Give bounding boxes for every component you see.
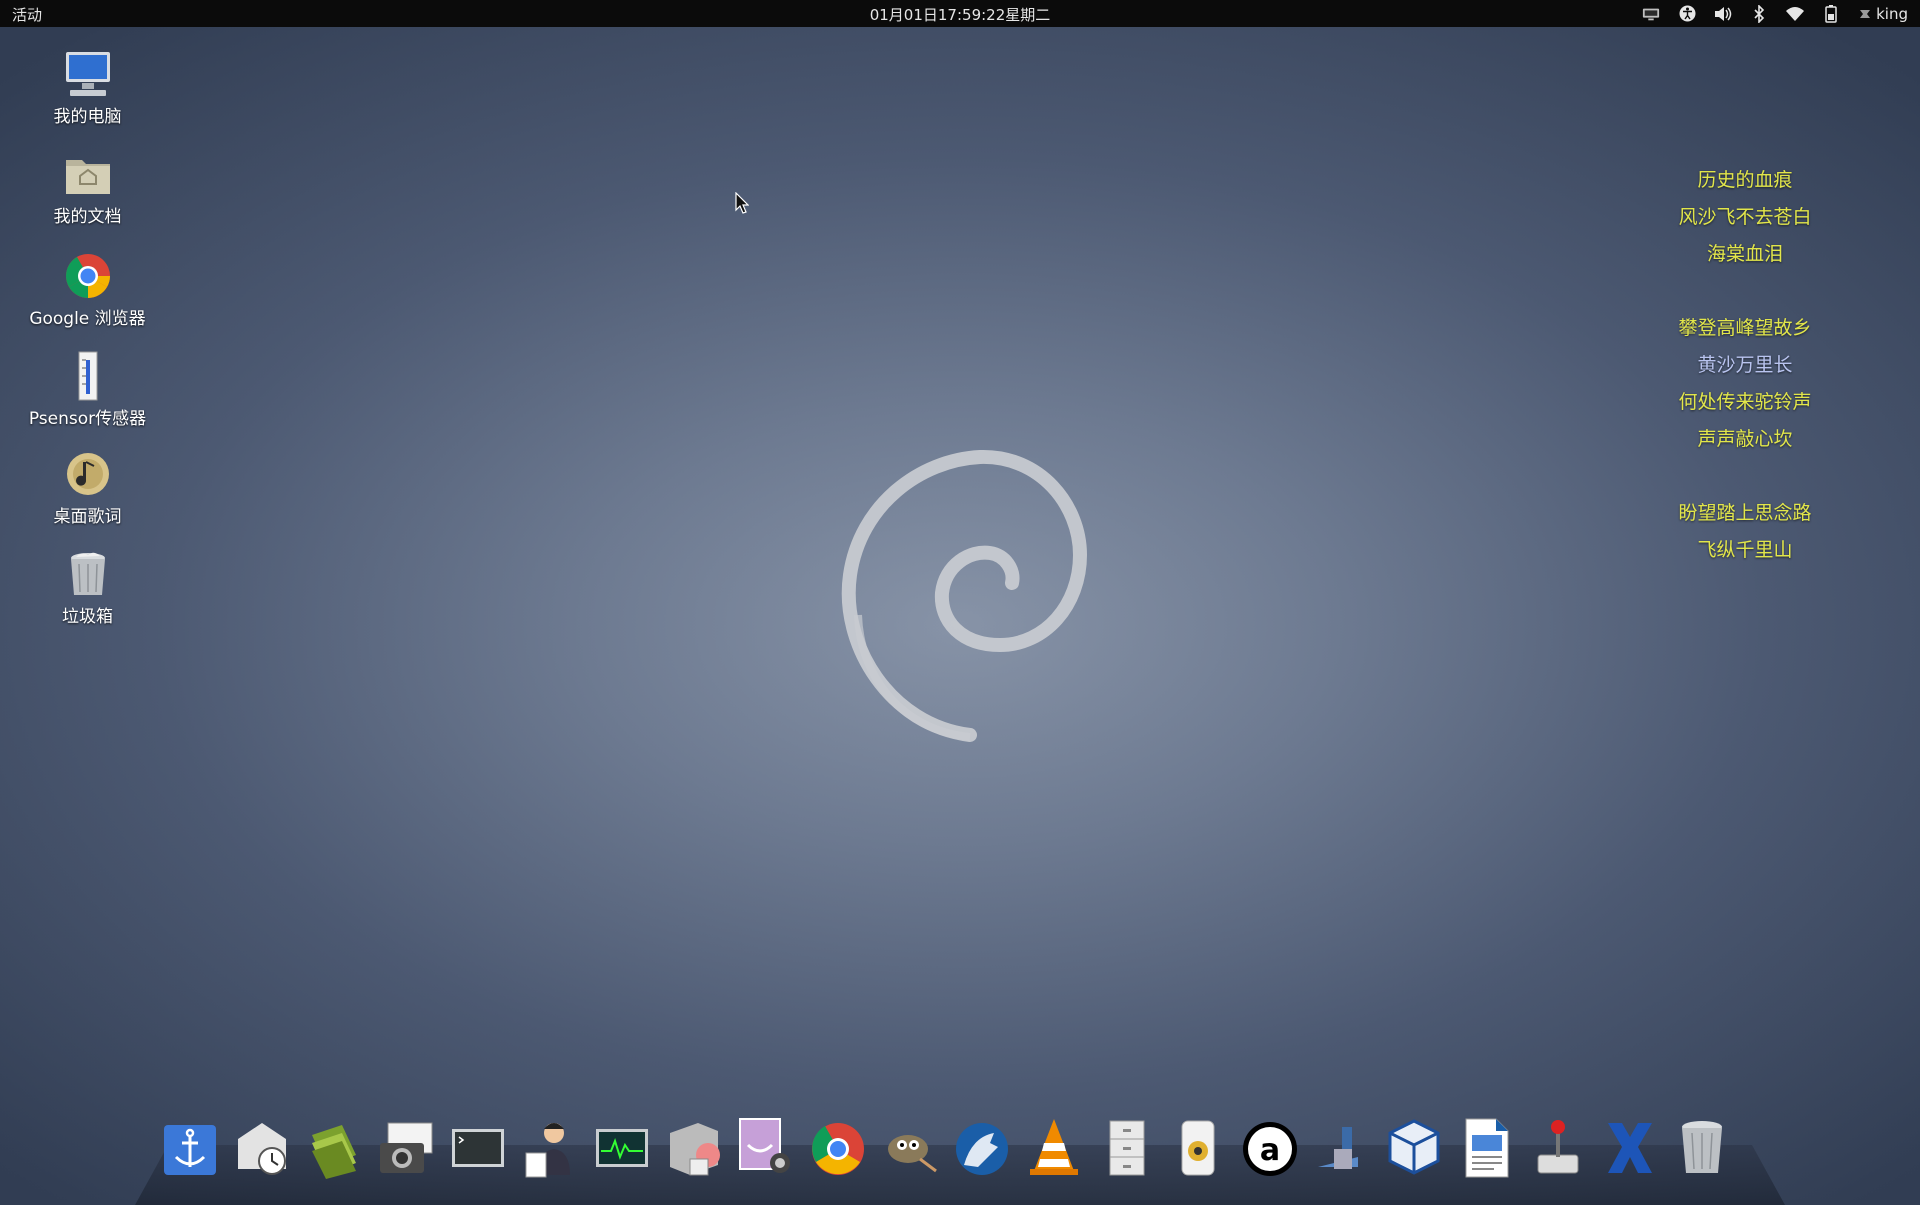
- mail-clock-icon[interactable]: [232, 1115, 292, 1185]
- lyric-line: 飞纵千里山: [1697, 539, 1793, 561]
- gimp-icon[interactable]: [880, 1115, 940, 1185]
- desktop-icon-lyrics[interactable]: 桌面歌词: [0, 448, 175, 527]
- system-monitor-icon[interactable]: [592, 1115, 652, 1185]
- desktop-icon-label: 垃圾箱: [62, 607, 113, 627]
- user-name: king: [1876, 4, 1908, 23]
- user-status-icon: [1860, 9, 1871, 18]
- screenshot-icon[interactable]: [736, 1115, 796, 1185]
- clock[interactable]: 01月01日17:59:22星期二: [870, 6, 1051, 24]
- volume-icon[interactable]: [1714, 5, 1732, 23]
- chrome-icon[interactable]: [808, 1115, 868, 1185]
- user-manager-icon[interactable]: [520, 1115, 580, 1185]
- desktop-icon-trash[interactable]: 垃圾箱: [0, 548, 175, 627]
- lyric-line: 海棠血泪: [1706, 243, 1783, 265]
- terminal-icon[interactable]: [448, 1115, 508, 1185]
- home-folder-icon: [62, 148, 114, 200]
- desktop-icon-label: Psensor传感器: [28, 409, 147, 429]
- lyric-line: 攀登高峰望故乡: [1678, 317, 1812, 339]
- desktop-icon-computer[interactable]: 我的电脑: [0, 48, 175, 127]
- lyric-line: 何处传来驼铃声: [1678, 391, 1812, 413]
- display-icon[interactable]: [1642, 5, 1660, 23]
- at-sign-icon[interactable]: a: [1240, 1115, 1300, 1185]
- anchor-app-icon[interactable]: [160, 1115, 220, 1185]
- document-viewer-icon[interactable]: [1456, 1115, 1516, 1185]
- vlc-icon[interactable]: [1024, 1115, 1084, 1185]
- desktop-icon-label: Google 浏览器: [29, 309, 146, 329]
- svg-text:a: a: [1260, 1133, 1280, 1168]
- joystick-icon[interactable]: [1528, 1115, 1588, 1185]
- camera-icon[interactable]: [376, 1115, 436, 1185]
- chrome-icon: [62, 250, 114, 302]
- desktop-icon-label: 我的文档: [53, 207, 122, 227]
- top-panel: 活动 01月01日17:59:22星期二 king: [0, 0, 1920, 27]
- desktop-icon-label: 桌面歌词: [53, 507, 122, 527]
- activities-button[interactable]: 活动: [12, 4, 42, 25]
- wifi-icon[interactable]: [1786, 5, 1805, 23]
- x-app-icon[interactable]: [1600, 1115, 1660, 1185]
- lyric-line: 历史的血痕: [1697, 169, 1793, 191]
- system-tray: king: [1642, 2, 1908, 25]
- disc-burner-icon[interactable]: [664, 1115, 724, 1185]
- wolf-browser-icon[interactable]: [952, 1115, 1012, 1185]
- speaker-icon[interactable]: [1168, 1115, 1228, 1185]
- desktop-icon-psensor[interactable]: Psensor传感器: [0, 350, 175, 429]
- film-projector-icon[interactable]: [1312, 1115, 1372, 1185]
- debian-swirl-logo: [841, 449, 1088, 742]
- bluetooth-icon[interactable]: [1750, 4, 1768, 23]
- mouse-cursor-icon: [735, 192, 749, 214]
- lyric-line: 声声敲心坎: [1697, 428, 1793, 450]
- lyric-line: 黄沙万里长: [1697, 354, 1793, 376]
- trash-icon: [62, 548, 114, 600]
- accessibility-icon[interactable]: [1678, 5, 1696, 23]
- file-cabinet-icon[interactable]: [1096, 1115, 1156, 1185]
- desktop-icon-label: 我的电脑: [53, 107, 122, 127]
- desktop-icon-chrome[interactable]: Google 浏览器: [0, 250, 175, 329]
- lyrics-disc-icon: [62, 448, 114, 500]
- desktop-icon-documents[interactable]: 我的文档: [0, 148, 175, 227]
- dock: a: [0, 1115, 1920, 1205]
- battery-icon[interactable]: [1822, 4, 1840, 23]
- trash-icon[interactable]: [1672, 1115, 1732, 1185]
- books-icon[interactable]: [304, 1115, 364, 1185]
- user-menu[interactable]: king: [1858, 5, 1908, 23]
- thermometer-icon: [62, 350, 114, 402]
- computer-icon: [62, 48, 114, 100]
- virtualbox-icon[interactable]: [1384, 1115, 1444, 1185]
- lyric-line: 风沙飞不去苍白: [1678, 206, 1812, 228]
- lyric-line: 盼望踏上思念路: [1678, 502, 1812, 524]
- desktop-lyrics: 历史的血痕 风沙飞不去苍白 海棠血泪 攀登高峰望故乡 黄沙万里长 何处传来驼铃声…: [1620, 162, 1870, 569]
